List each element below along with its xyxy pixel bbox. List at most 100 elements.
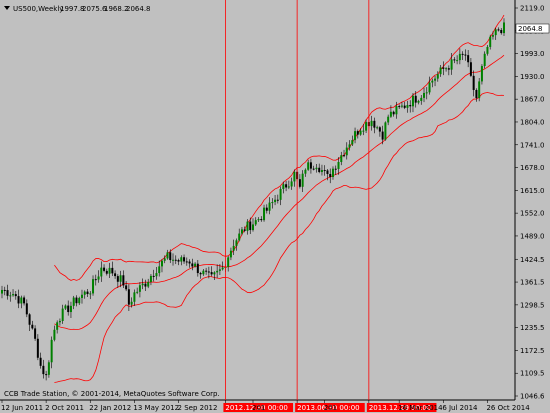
candle-body: [365, 122, 368, 131]
candle-body: [130, 301, 133, 305]
candle-body: [445, 68, 448, 70]
candle-body: [337, 161, 340, 169]
x-tick-label: 22 Jan 2012: [89, 404, 131, 412]
candle-body: [232, 245, 235, 251]
x-tick-label: 6 Jul 2014: [442, 404, 478, 412]
candle-body: [152, 275, 155, 277]
candle-body: [263, 207, 266, 221]
candle-body: [326, 170, 329, 174]
candle-body: [144, 283, 147, 287]
candle-body: [447, 68, 450, 70]
candle-body: [395, 106, 398, 115]
chart-window[interactable]: 2119.02056.01993.01930.01867.01804.01741…: [0, 0, 550, 413]
candle-body: [174, 259, 177, 261]
candle-body: [249, 221, 252, 231]
candle-body: [323, 170, 326, 172]
candle-body: [276, 199, 279, 201]
candle-body: [472, 75, 475, 90]
candle-body: [318, 167, 321, 173]
candle-body: [486, 46, 489, 54]
candle-body: [409, 105, 412, 107]
y-tick-label: 1235.5: [520, 324, 545, 332]
chart-canvas[interactable]: 2119.02056.01993.01930.01867.01804.01741…: [0, 0, 550, 413]
candle-body: [279, 188, 282, 200]
candle-body: [378, 127, 381, 132]
candle-body: [489, 36, 492, 47]
y-tick-label: 1804.0: [520, 118, 545, 126]
y-tick-label: 1615.0: [520, 187, 545, 195]
candle-body: [301, 173, 304, 187]
candle-body: [428, 82, 431, 93]
candle-body: [340, 155, 343, 162]
candle-body: [158, 266, 161, 274]
candle: [478, 77, 481, 102]
candle-body: [183, 257, 186, 262]
candle-body: [31, 324, 34, 329]
candle-body: [370, 120, 373, 127]
candle-body: [423, 92, 426, 98]
x-tick-label: 13 May 2012: [133, 404, 179, 412]
y-tick-label: 1361.5: [520, 279, 545, 287]
open-value: 1997.8: [60, 5, 85, 13]
candle-body: [160, 260, 163, 267]
candle-body: [20, 297, 23, 304]
candle-body: [86, 291, 89, 295]
price-scale: 2119.02056.01993.01930.01867.01804.01741…: [515, 5, 545, 401]
x-tick-label: 201: [324, 404, 337, 412]
candle-body: [1, 289, 3, 294]
candle-body: [133, 292, 136, 302]
candle-body: [221, 267, 224, 270]
candle-body: [218, 269, 221, 271]
candle-body: [389, 111, 392, 117]
x-tick-label: 2 Oct 2011: [45, 404, 84, 412]
low-value: 1968.2: [104, 5, 129, 13]
candle-body: [238, 233, 241, 241]
candle-body: [243, 229, 246, 231]
candle-body: [376, 127, 379, 129]
candle-body: [23, 297, 26, 304]
candle-body: [411, 95, 414, 107]
candle-body: [108, 267, 111, 274]
candle-body: [403, 105, 406, 108]
candle-body: [345, 147, 348, 156]
x-tick-label: 12 Jun 2011: [1, 404, 43, 412]
candle-body: [180, 257, 183, 262]
candle: [483, 51, 486, 69]
candle-body: [356, 131, 359, 135]
candle-body: [100, 267, 103, 277]
candle-body: [149, 275, 152, 282]
candle-body: [348, 144, 351, 148]
candle: [384, 121, 387, 141]
candle-body: [227, 257, 230, 267]
candle-body: [111, 267, 114, 274]
candle-body: [265, 207, 268, 211]
candle-body: [334, 168, 337, 170]
candle-body: [240, 229, 243, 234]
candle-body: [431, 80, 434, 83]
candle-body: [53, 329, 56, 340]
candle-body: [42, 365, 45, 375]
close-value: 2064.8: [126, 5, 151, 13]
candle-body: [64, 305, 67, 309]
candle-body: [80, 294, 83, 298]
candle-body: [469, 62, 472, 76]
y-tick-label: 1109.5: [520, 370, 545, 378]
candle-body: [456, 60, 459, 62]
plot-area: [0, 0, 515, 400]
candle-body: [458, 53, 461, 61]
candle-body: [207, 271, 210, 273]
candle-body: [260, 219, 263, 221]
candle-body: [329, 173, 332, 178]
candle-body: [92, 279, 95, 294]
y-tick-label: 1552.0: [520, 210, 545, 218]
candle-body: [478, 81, 481, 99]
y-tick-label: 1930.0: [520, 73, 545, 81]
candle-body: [315, 167, 318, 170]
candle-body: [331, 168, 334, 178]
candle-body: [141, 283, 144, 286]
candle-body: [282, 184, 285, 189]
candle-body: [47, 362, 50, 375]
candle-body: [461, 53, 464, 55]
candle-body: [12, 294, 15, 296]
candle-body: [442, 67, 445, 69]
